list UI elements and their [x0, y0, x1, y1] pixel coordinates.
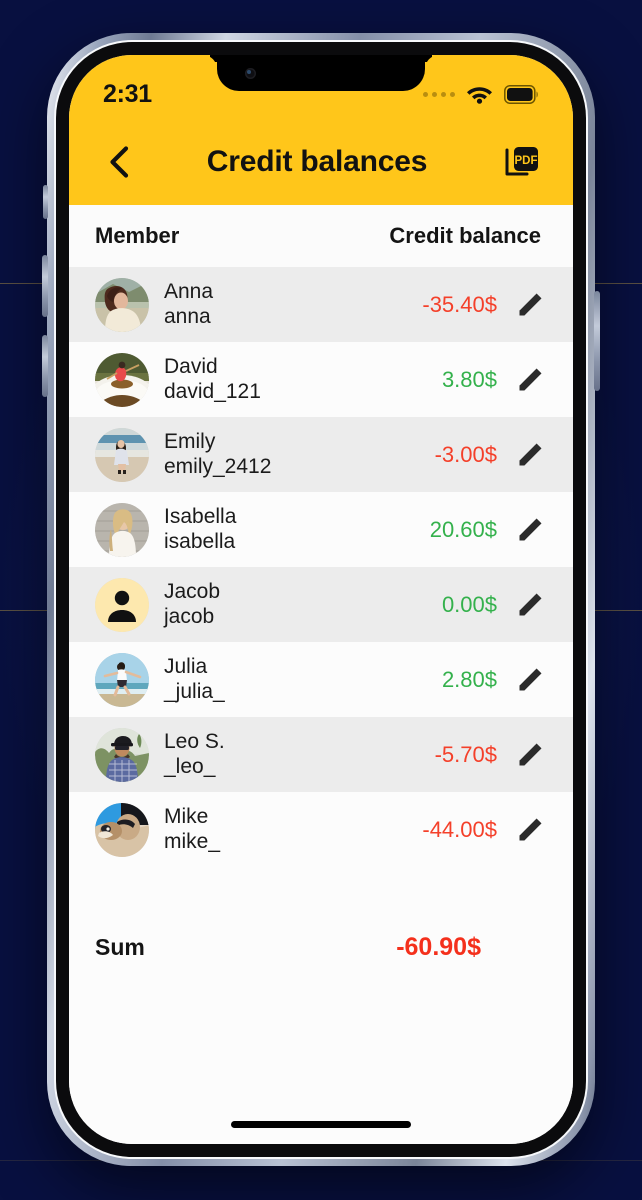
phone-bezel: 2:31 Credit balances PDF Member Credit b…	[56, 42, 586, 1157]
member-name: Jacob	[164, 579, 221, 603]
status-icons	[423, 84, 539, 104]
edit-pencil-icon	[519, 518, 541, 541]
edit-balance-button[interactable]	[513, 813, 547, 847]
edit-pencil-icon	[519, 818, 541, 841]
member-handle: isabella	[164, 529, 236, 553]
notch	[217, 55, 425, 91]
sum-label: Sum	[95, 933, 145, 960]
member-name: Anna	[164, 279, 214, 303]
table-row-mike[interactable]: Mike mike_ -44.00$	[69, 792, 573, 867]
phone-screen: 2:31 Credit balances PDF Member Credit b…	[69, 55, 573, 1144]
table-row-jacob[interactable]: Jacob jacob 0.00$	[69, 567, 573, 642]
edit-balance-button[interactable]	[513, 363, 547, 397]
chevron-left-icon	[110, 146, 129, 178]
emily-avatar	[95, 427, 149, 482]
pdf-export-icon: PDF	[505, 147, 538, 176]
member-name: David	[164, 354, 218, 378]
member-name: Isabella	[164, 504, 237, 528]
edit-balance-button[interactable]	[513, 513, 547, 547]
edit-balance-button[interactable]	[513, 438, 547, 472]
member-balance: -5.70$	[434, 741, 497, 767]
pdf-export-button[interactable]: PDF	[499, 140, 545, 184]
member-handle: jacob	[164, 604, 215, 628]
member-balance: 0.00$	[441, 591, 497, 617]
edit-balance-button[interactable]	[513, 663, 547, 697]
anna-avatar	[95, 277, 149, 332]
svg-text:PDF: PDF	[515, 155, 538, 167]
power-button[interactable]	[594, 291, 600, 391]
david-avatar	[95, 352, 149, 407]
table-row-emily[interactable]: Emily emily_2412 -3.00$	[69, 417, 573, 492]
member-names: Emily emily_2412	[164, 430, 271, 479]
edit-balance-button[interactable]	[513, 288, 547, 322]
table-row-david[interactable]: David david_121 3.80$	[69, 342, 573, 417]
member-handle: mike_	[164, 829, 221, 853]
member-handle: _leo_	[164, 754, 216, 778]
volume-up-button[interactable]	[42, 255, 48, 317]
member-names: David david_121	[164, 355, 261, 404]
member-handle: anna	[164, 304, 211, 328]
table-row-isabella[interactable]: Isabella isabella 20.60$	[69, 492, 573, 567]
member-names: Leo S. _leo_	[164, 730, 225, 779]
edit-balance-button[interactable]	[513, 738, 547, 772]
sum-row: Sum -60.90$	[69, 917, 573, 977]
member-handle: _julia_	[164, 679, 225, 703]
table-header: Member Credit balance	[69, 205, 573, 267]
member-balance: -44.00$	[422, 816, 497, 842]
phone-device-frame: 2:31 Credit balances PDF Member Credit b…	[42, 33, 600, 1166]
member-name: Leo S.	[164, 729, 225, 753]
table-row-leo-s[interactable]: Leo S. _leo_ -5.70$	[69, 717, 573, 792]
member-balance: 2.80$	[441, 666, 497, 692]
member-name: Mike	[164, 804, 209, 828]
silent-switch[interactable]	[43, 185, 48, 219]
mike-avatar	[95, 802, 149, 857]
edit-pencil-icon	[519, 668, 541, 691]
member-balance: -3.00$	[434, 441, 497, 467]
member-name: Emily	[164, 429, 216, 453]
member-names: Jacob jacob	[164, 580, 220, 629]
member-handle: emily_2412	[164, 454, 272, 478]
member-list: Anna anna -35.40$ David david_121 3.80$	[69, 267, 573, 1144]
signal-dots-icon	[423, 91, 455, 97]
app-bar: Credit balances PDF	[69, 119, 573, 205]
member-balance: 20.60$	[429, 516, 497, 542]
member-names: Isabella isabella	[164, 505, 236, 554]
table-row-anna[interactable]: Anna anna -35.40$	[69, 267, 573, 342]
member-balance: 3.80$	[441, 366, 497, 392]
leo-avatar	[95, 727, 149, 782]
edit-pencil-icon	[519, 368, 541, 391]
volume-down-button[interactable]	[42, 335, 48, 397]
column-header-member: Member	[95, 223, 180, 248]
edit-pencil-icon	[519, 293, 541, 316]
member-names: Mike mike_	[164, 805, 220, 854]
julia-avatar	[95, 652, 149, 707]
table-row-julia[interactable]: Julia _julia_ 2.80$	[69, 642, 573, 717]
battery-icon	[504, 84, 538, 104]
member-handle: david_121	[164, 379, 261, 403]
edit-pencil-icon	[519, 743, 541, 766]
jacob-placeholder-avatar	[95, 577, 149, 632]
page-title: Credit balances	[206, 145, 428, 178]
member-name: Julia	[164, 654, 208, 678]
edit-balance-button[interactable]	[513, 588, 547, 622]
edit-pencil-icon	[519, 443, 541, 466]
isabella-avatar	[95, 502, 149, 557]
sum-value: -60.90$	[396, 932, 481, 961]
wifi-icon	[467, 87, 492, 104]
member-names: Julia _julia_	[164, 655, 225, 704]
column-header-balance: Credit balance	[389, 223, 541, 248]
front-camera-icon	[245, 68, 256, 79]
member-names: Anna anna	[164, 280, 213, 329]
home-indicator	[231, 1121, 411, 1128]
status-time: 2:31	[103, 79, 152, 108]
edit-pencil-icon	[519, 593, 541, 616]
member-balance: -35.40$	[422, 291, 497, 317]
phone-inner-band: 2:31 Credit balances PDF Member Credit b…	[54, 40, 588, 1159]
